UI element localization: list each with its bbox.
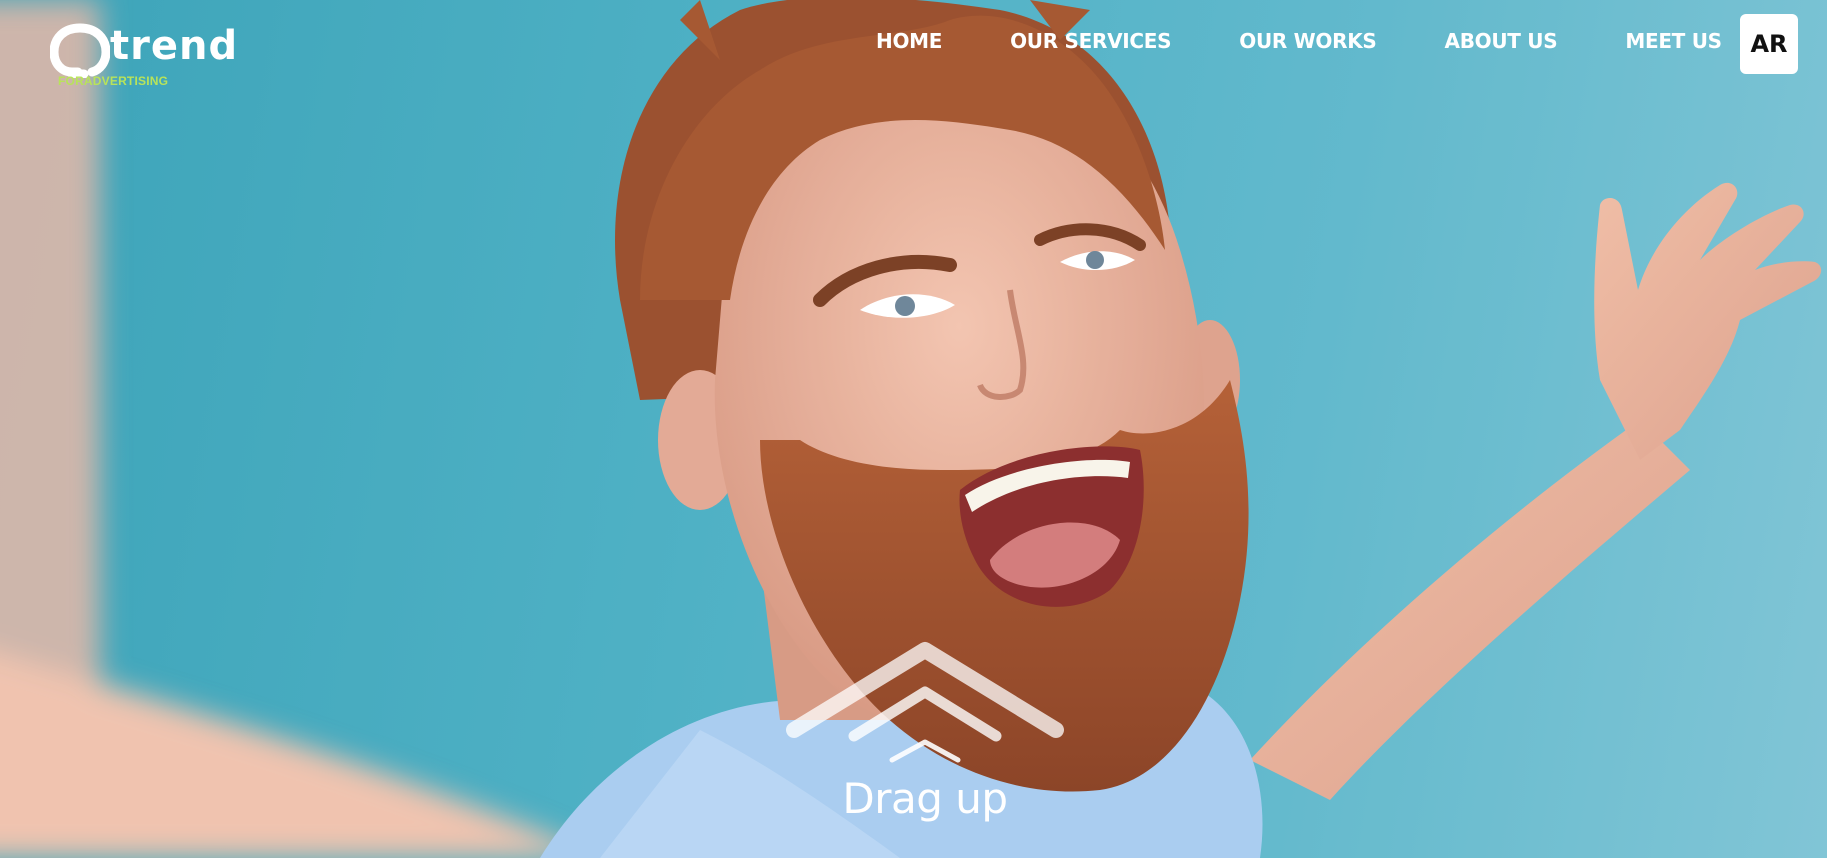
nav-our-works[interactable]: OUR WORKS: [1239, 26, 1377, 56]
chevrons-up-icon: [786, 642, 1064, 763]
main-nav: HOME OUR SERVICES OUR WORKS ABOUT US MEE…: [876, 26, 1722, 56]
nav-meet-us[interactable]: MEET US: [1625, 26, 1722, 56]
nav-home[interactable]: HOME: [876, 26, 942, 56]
nav-about-us[interactable]: ABOUT US: [1445, 26, 1558, 56]
nav-our-services[interactable]: OUR SERVICES: [1010, 26, 1171, 56]
brand-logo[interactable]: trend FORADVERTISING: [50, 18, 237, 92]
hero-section: trend FORADVERTISING HOME OUR SERVICES O…: [0, 0, 1827, 858]
language-toggle-button[interactable]: AR: [1740, 14, 1798, 74]
brand-name: trend: [110, 23, 239, 69]
drag-up-label: Drag up: [842, 774, 1008, 823]
logo-mark-icon: [50, 23, 110, 78]
drag-up-control[interactable]: Drag up: [780, 640, 1070, 840]
brand-tagline: FORADVERTISING: [58, 74, 169, 88]
